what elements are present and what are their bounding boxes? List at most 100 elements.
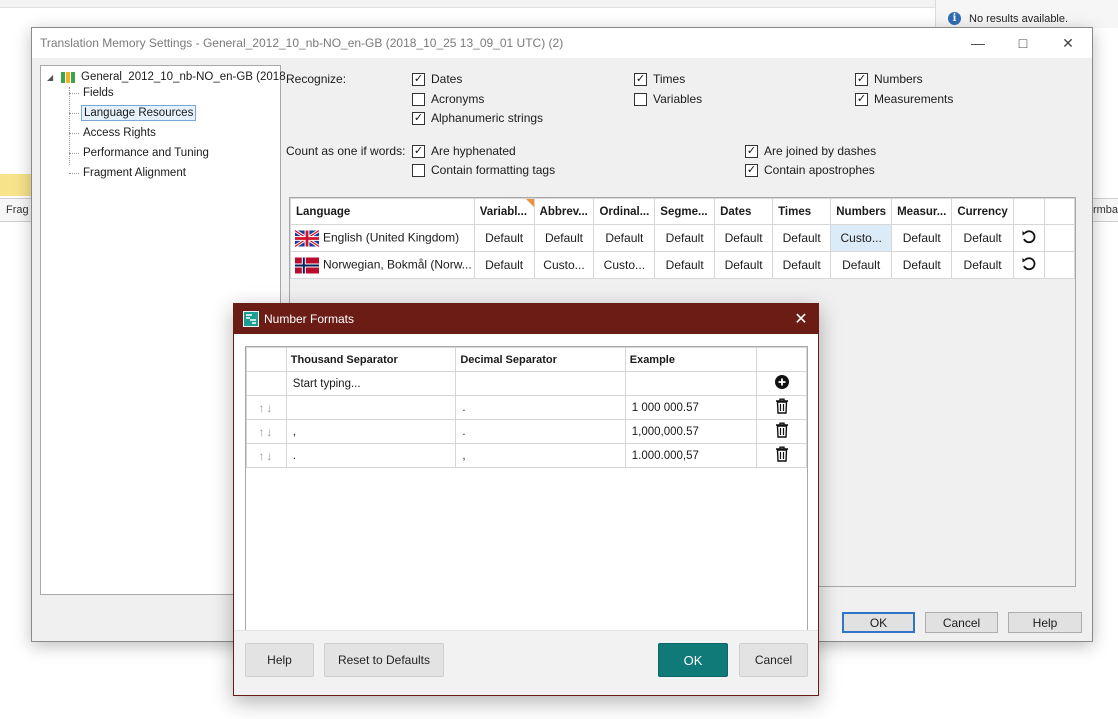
tree-connector <box>69 133 79 134</box>
tree-item-performance-and-tuning[interactable]: Performance and Tuning <box>81 146 211 160</box>
grid-cell[interactable]: Default <box>593 224 656 252</box>
checkbox-label: Measurements <box>874 92 954 106</box>
tree-root-label: General_2012_10_nb-NO_en-GB (2018 <box>81 71 286 83</box>
joined-by-dashes-checkbox[interactable]: ✓ Are joined by dashes <box>745 144 876 158</box>
cancel-button[interactable]: Cancel <box>925 612 998 633</box>
grid-cell[interactable]: Default <box>473 224 535 252</box>
grid-cell[interactable]: Default <box>654 251 716 279</box>
help-button[interactable]: Help <box>245 643 314 677</box>
thousand-separator-cell[interactable] <box>285 395 457 420</box>
grid-cell[interactable]: Default <box>891 251 953 279</box>
add-row-button[interactable] <box>756 371 807 396</box>
drag-handle[interactable]: ↑↓ <box>246 443 287 468</box>
grid-cell[interactable]: Custo... <box>593 251 656 279</box>
column-header[interactable]: Thousand Separator <box>285 347 457 372</box>
checkbox-box: ✓ <box>855 72 868 86</box>
tree-item-fragment-alignment[interactable]: Fragment Alignment <box>81 166 188 180</box>
column-header[interactable]: Times <box>772 198 832 225</box>
close-dialog-button[interactable]: ✕ <box>792 309 810 329</box>
grid-cell[interactable] <box>455 371 626 396</box>
decimal-separator-cell[interactable]: , <box>455 443 626 468</box>
column-header[interactable]: Dates <box>714 198 774 225</box>
ok-button[interactable]: OK <box>658 643 728 677</box>
column-header[interactable]: Language <box>290 198 475 225</box>
ok-button[interactable]: OK <box>842 612 915 633</box>
column-header[interactable]: Currency <box>951 198 1014 225</box>
grid-cell[interactable]: Default <box>951 251 1014 279</box>
checkbox-label: Contain formatting tags <box>431 163 556 177</box>
language-cell[interactable]: English (United Kingdom) <box>290 224 475 252</box>
plus-circle-icon <box>774 375 789 389</box>
table-row[interactable]: ↑↓ . , 1.000.000,57 <box>246 443 807 468</box>
grid-cell[interactable]: Default <box>891 224 953 252</box>
decimal-separator-cell[interactable]: . <box>455 395 626 420</box>
undo-icon <box>1022 256 1036 270</box>
collapse-arrow-icon[interactable]: ◢ <box>47 73 59 82</box>
action-column-header <box>756 347 807 372</box>
grid-cell-selected[interactable]: Custo... <box>830 224 893 252</box>
grid-cell[interactable]: Default <box>830 251 893 279</box>
recognize-measurements-checkbox[interactable]: ✓ Measurements <box>855 92 953 106</box>
table-row[interactable]: ↑↓ . 1 000 000.57 <box>246 395 807 420</box>
decimal-separator-cell[interactable]: . <box>455 419 626 444</box>
new-row-input[interactable]: Start typing... <box>285 371 457 396</box>
reset-to-defaults-button[interactable]: Reset to Defaults <box>324 643 444 677</box>
maximize-button[interactable]: □ <box>1012 32 1034 54</box>
column-header[interactable]: Decimal Separator <box>455 347 626 372</box>
thousand-separator-cell[interactable]: , <box>285 419 457 444</box>
grid-cell[interactable] <box>624 371 758 396</box>
tree-item-language-resources[interactable]: Language Resources <box>81 105 197 121</box>
drag-handle[interactable]: ↑↓ <box>246 395 287 420</box>
grid-cell[interactable]: Default <box>772 224 832 252</box>
reset-row-button[interactable] <box>1012 251 1045 279</box>
delete-row-button[interactable] <box>756 395 807 420</box>
grid-cell[interactable]: Custo... <box>533 251 595 279</box>
delete-row-button[interactable] <box>756 443 807 468</box>
delete-row-button[interactable] <box>756 419 807 444</box>
reset-row-button[interactable] <box>1012 224 1045 252</box>
grid-cell[interactable]: Default <box>473 251 535 279</box>
drag-handle[interactable]: ↑↓ <box>246 419 287 444</box>
recognize-numbers-checkbox[interactable]: ✓ Numbers <box>855 72 923 86</box>
tree-item-access-rights[interactable]: Access Rights <box>81 126 158 140</box>
close-window-button[interactable]: ✕ <box>1057 32 1079 54</box>
table-row[interactable]: ↑↓ , . 1,000,000.57 <box>246 419 807 444</box>
column-header[interactable]: Measur... <box>891 198 953 225</box>
hyphenated-checkbox[interactable]: ✓ Are hyphenated <box>412 144 516 158</box>
apostrophes-checkbox[interactable]: ✓ Contain apostrophes <box>745 163 875 177</box>
formatting-tags-checkbox[interactable]: Contain formatting tags <box>412 163 555 177</box>
tree-root-item[interactable]: ◢ General_2012_10_nb-NO_en-GB (2018 <box>47 70 286 84</box>
column-header[interactable]: Abbrev... <box>533 198 595 225</box>
grid-cell[interactable]: Default <box>772 251 832 279</box>
thousand-separator-cell[interactable]: . <box>285 443 457 468</box>
help-button[interactable]: Help <box>1008 612 1082 633</box>
recognize-times-checkbox[interactable]: ✓ Times <box>634 72 685 86</box>
new-row[interactable]: Start typing... <box>246 371 807 396</box>
minimize-button[interactable]: — <box>967 32 989 54</box>
recognize-variables-checkbox[interactable]: Variables <box>634 92 702 106</box>
checkbox-label: Numbers <box>874 72 923 86</box>
table-row[interactable]: Norwegian, Bokmål (Norw... Default Custo… <box>290 251 1076 279</box>
example-cell: 1,000,000.57 <box>624 419 758 444</box>
column-header[interactable]: Variabl... <box>473 198 535 225</box>
recognize-acronyms-checkbox[interactable]: Acronyms <box>412 92 484 106</box>
column-header[interactable]: Numbers <box>830 198 893 225</box>
recognize-alphanumeric-checkbox[interactable]: ✓ Alphanumeric strings <box>412 111 543 125</box>
column-header-reset <box>1012 198 1045 225</box>
column-header[interactable]: Segme... <box>654 198 716 225</box>
column-header[interactable]: Ordinal... <box>593 198 656 225</box>
language-cell[interactable]: Norwegian, Bokmål (Norw... <box>290 251 475 279</box>
table-row[interactable]: English (United Kingdom) Default Default… <box>290 224 1076 252</box>
grid-cell[interactable]: Default <box>533 224 595 252</box>
grid-cell[interactable]: Default <box>714 224 774 252</box>
column-header[interactable]: Example <box>624 347 758 372</box>
translation-memory-icon <box>61 70 75 84</box>
grid-cell[interactable]: Default <box>951 224 1014 252</box>
cancel-button[interactable]: Cancel <box>739 643 808 677</box>
checkbox-box: ✓ <box>412 111 425 125</box>
grid-cell[interactable]: Default <box>654 224 716 252</box>
grid-cell[interactable]: Default <box>714 251 774 279</box>
tree-item-fields[interactable]: Fields <box>81 86 116 100</box>
recognize-dates-checkbox[interactable]: ✓ Dates <box>412 72 462 86</box>
drag-column-header <box>246 347 287 372</box>
